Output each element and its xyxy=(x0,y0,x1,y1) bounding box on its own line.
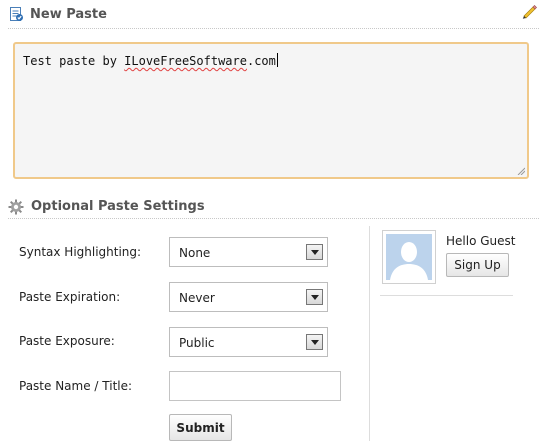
syntax-select[interactable]: None xyxy=(169,237,328,267)
paste-name-input[interactable] xyxy=(169,371,341,401)
exposure-select[interactable]: Public xyxy=(169,327,328,357)
exposure-value: Public xyxy=(179,336,215,350)
column-divider xyxy=(369,226,370,441)
greeting-text: Hello Guest xyxy=(446,234,516,248)
exposure-label: Paste Exposure: xyxy=(19,334,115,348)
expiration-value: Never xyxy=(179,291,215,305)
expiration-select[interactable]: Never xyxy=(169,282,328,312)
text-caret xyxy=(276,53,278,67)
expiration-label: Paste Expiration: xyxy=(19,290,121,304)
paste-name-label: Paste Name / Title: xyxy=(19,379,133,393)
new-paste-header: New Paste xyxy=(8,4,539,29)
sign-up-button[interactable]: Sign Up xyxy=(446,253,509,277)
pastebin-page: New Paste Test paste by ILoveFreeSoftwar… xyxy=(0,0,539,441)
chevron-down-icon[interactable] xyxy=(306,289,323,305)
misspelled-word: ILoveFreeSoftware xyxy=(124,54,247,68)
submit-button[interactable]: Submit xyxy=(169,414,232,441)
user-panel-divider xyxy=(380,295,513,296)
optional-settings-header: Optional Paste Settings xyxy=(8,196,539,219)
paste-text: Test paste by ILoveFreeSoftware.com xyxy=(23,53,278,68)
pencil-icon[interactable] xyxy=(521,3,537,19)
syntax-value: None xyxy=(179,246,211,260)
gear-icon xyxy=(8,199,24,215)
paste-textarea[interactable]: Test paste by ILoveFreeSoftware.com xyxy=(13,42,529,179)
chevron-down-icon[interactable] xyxy=(306,334,323,350)
syntax-label: Syntax Highlighting: xyxy=(19,245,142,259)
paste-text-suffix: .com xyxy=(246,54,276,68)
optional-settings-title: Optional Paste Settings xyxy=(31,199,205,214)
paste-document-icon xyxy=(10,7,23,21)
avatar xyxy=(382,230,436,284)
paste-text-prefix: Test paste by xyxy=(23,54,125,68)
new-paste-title: New Paste xyxy=(30,7,107,22)
default-avatar-icon xyxy=(386,234,432,280)
resize-grip-icon[interactable] xyxy=(517,167,525,175)
chevron-down-icon[interactable] xyxy=(306,244,323,260)
